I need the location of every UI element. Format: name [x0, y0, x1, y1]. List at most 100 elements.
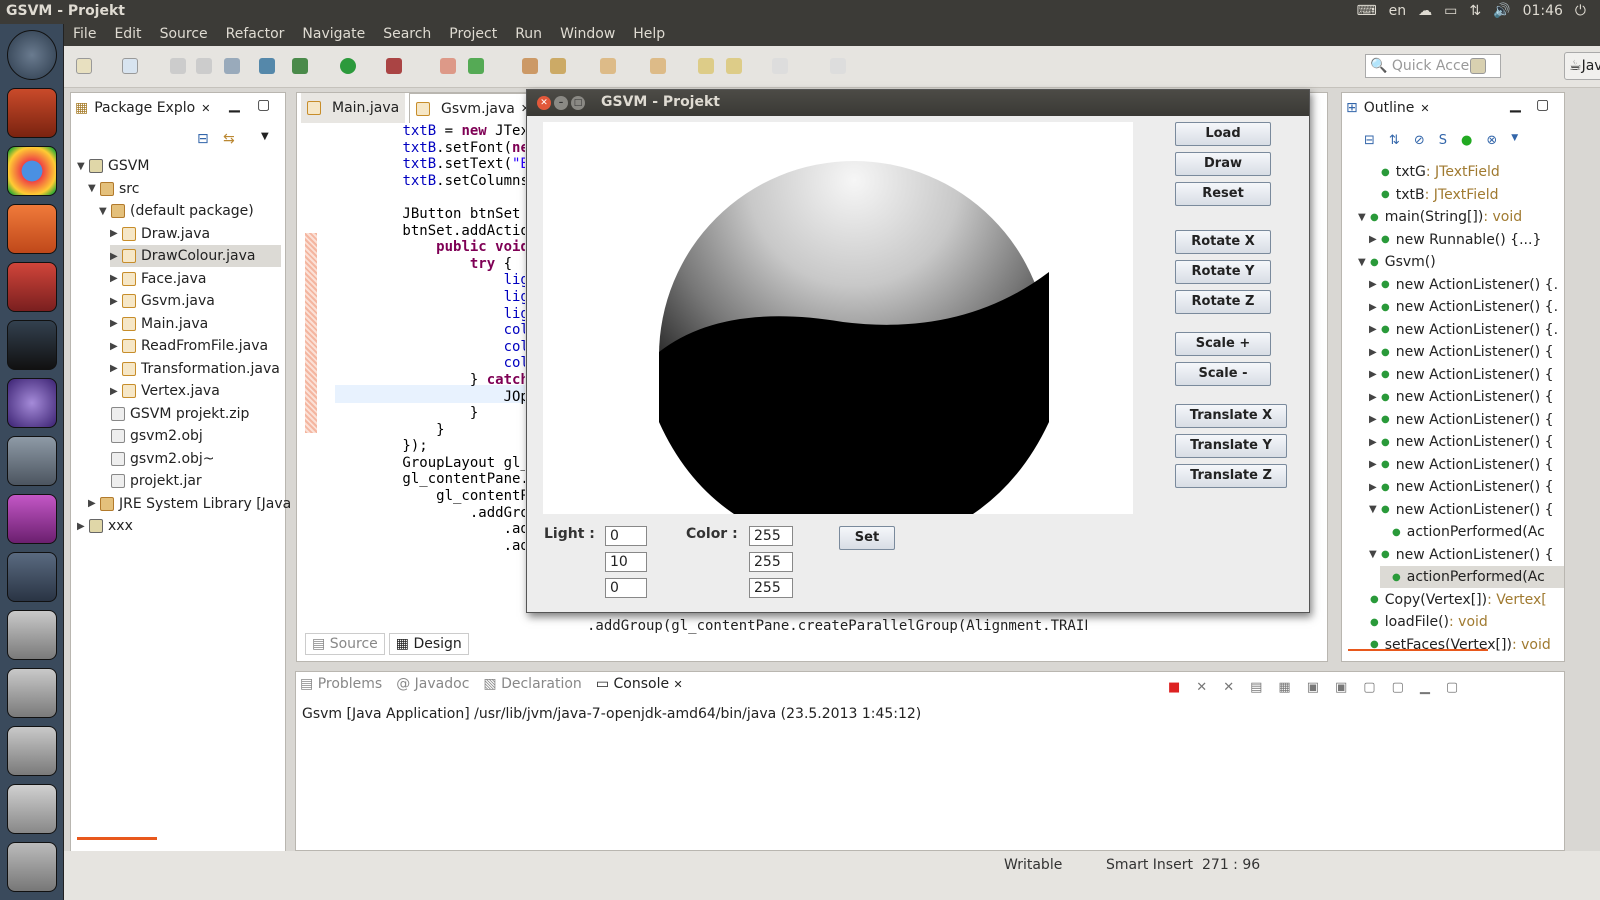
keyboard-icon[interactable]: ⌨ — [1356, 3, 1376, 19]
code-area[interactable]: txtB = new JTextF txtB.setFont(new txtB.… — [335, 123, 525, 554]
outline-item[interactable]: ▼ ● new ActionListener() { — [1369, 544, 1554, 566]
collapsed-arrow-icon[interactable]: ▶ — [110, 251, 122, 262]
menu-search[interactable]: Search — [374, 24, 440, 46]
tree-item[interactable]: ▶ Transformation.java — [110, 358, 280, 380]
tab-declaration[interactable]: ▧ Declaration — [483, 676, 581, 692]
outline-item[interactable]: ▶ ● new ActionListener() { — [1369, 341, 1554, 363]
menu-help[interactable]: Help — [624, 24, 674, 46]
view-menu-icon[interactable]: ▼ — [1511, 133, 1518, 148]
tree-item[interactable]: ▶ Draw.java — [110, 223, 210, 245]
rotate-z-button[interactable]: Rotate Z — [1175, 290, 1271, 314]
collapsed-arrow-icon[interactable]: ▶ — [1369, 324, 1381, 335]
clock[interactable]: 01:46 — [1523, 3, 1563, 19]
scroll-lock-icon[interactable]: ▦ — [1278, 680, 1290, 695]
outline-tab[interactable]: ⊞ Outline ✕ — [1346, 93, 1430, 123]
rotate-x-button[interactable]: Rotate X — [1175, 230, 1271, 254]
view-menu-icon[interactable]: ▼ — [261, 131, 269, 142]
system-settings-icon[interactable] — [7, 262, 57, 312]
debug-icon[interactable] — [292, 58, 308, 74]
menu-refactor[interactable]: Refactor — [217, 24, 294, 46]
tree-item[interactable]: projekt.jar — [99, 470, 202, 492]
search-icon[interactable] — [550, 58, 566, 74]
outline-item[interactable]: ● actionPerformed(Ac — [1380, 566, 1564, 588]
collapsed-arrow-icon[interactable]: ▶ — [110, 296, 122, 307]
outline-item[interactable]: ● txtB : JTextField — [1369, 184, 1499, 206]
open-type-icon[interactable] — [522, 58, 538, 74]
menu-project[interactable]: Project — [440, 24, 506, 46]
external-tools-icon[interactable] — [386, 58, 402, 74]
collapsed-arrow-icon[interactable]: ▶ — [110, 228, 122, 239]
tab-gsvm-java[interactable]: Gsvm.java✕ — [409, 93, 538, 123]
cloud-icon[interactable]: ☁ — [1418, 3, 1432, 19]
workspace-switcher-icon[interactable] — [7, 552, 57, 602]
collapsed-arrow-icon[interactable]: ▶ — [1369, 369, 1381, 380]
tree-item[interactable]: ▼ GSVM — [77, 155, 149, 177]
color-g-input[interactable]: 255 — [749, 552, 793, 572]
back-icon[interactable] — [726, 58, 742, 74]
toggle-breadcrumb-icon[interactable] — [259, 58, 275, 74]
maximize-icon[interactable]: ▢ — [1536, 97, 1549, 113]
light-y-input[interactable]: 10 — [605, 552, 647, 572]
pin-console-icon[interactable]: ▣ — [1307, 680, 1319, 695]
collapsed-arrow-icon[interactable]: ▶ — [77, 521, 89, 532]
collapsed-arrow-icon[interactable]: ▶ — [110, 363, 122, 374]
light-x-input[interactable]: 0 — [605, 526, 647, 546]
previous-annotation-icon[interactable] — [650, 58, 666, 74]
next-annotation-icon[interactable] — [600, 58, 616, 74]
dash-home-icon[interactable] — [7, 30, 57, 80]
software-center-icon[interactable] — [7, 204, 57, 254]
save-all-icon[interactable] — [196, 58, 212, 74]
collapse-all-icon[interactable]: ⊟ — [1364, 133, 1375, 148]
new-java-package-icon[interactable] — [440, 58, 456, 74]
load-button[interactable]: Load — [1175, 122, 1271, 146]
link-with-editor-icon[interactable]: ⇆ — [223, 131, 235, 147]
tree-item[interactable]: ▶ Vertex.java — [110, 380, 220, 402]
collapsed-arrow-icon[interactable]: ▶ — [1369, 279, 1381, 290]
translate-y-button[interactable]: Translate Y — [1175, 434, 1287, 458]
menu-run[interactable]: Run — [506, 24, 551, 46]
power-icon[interactable]: ⏻ — [1575, 3, 1586, 19]
collapsed-arrow-icon[interactable]: ▶ — [110, 341, 122, 352]
expanded-arrow-icon[interactable]: ▼ — [1369, 504, 1381, 515]
outline-item[interactable]: ▼ ● Gsvm() — [1358, 251, 1436, 273]
menu-window[interactable]: Window — [551, 24, 624, 46]
outline-item[interactable]: ● txtG : JTextField — [1369, 161, 1500, 183]
expanded-arrow-icon[interactable]: ▼ — [1369, 549, 1381, 560]
terminate-icon[interactable]: ■ — [1168, 680, 1180, 695]
drive-icon[interactable] — [7, 610, 57, 660]
collapsed-arrow-icon[interactable]: ▶ — [1369, 414, 1381, 425]
render-canvas[interactable] — [543, 122, 1133, 514]
maximize-icon[interactable]: ▢ — [257, 97, 270, 113]
outline-item[interactable]: ▶ ● new ActionListener() { — [1369, 476, 1554, 498]
rotate-y-button[interactable]: Rotate Y — [1175, 260, 1271, 284]
tree-item[interactable]: ▶ xxx — [77, 515, 133, 537]
tab-problems[interactable]: ▤ Problems — [300, 676, 382, 692]
collapsed-arrow-icon[interactable]: ▶ — [1369, 302, 1381, 313]
tree-item[interactable]: gsvm2.obj — [99, 425, 203, 447]
collapsed-arrow-icon[interactable]: ▶ — [1369, 392, 1381, 403]
tab-console[interactable]: ▭ Console ✕ — [596, 676, 683, 692]
collapse-all-icon[interactable]: ⊟ — [197, 131, 209, 147]
close-icon[interactable]: ✕ — [674, 678, 683, 691]
collapsed-arrow-icon[interactable]: ▶ — [110, 273, 122, 284]
outline-item[interactable]: ▶ ● new Runnable() {...} — [1369, 229, 1541, 251]
outline-item[interactable]: ▼ ● main(String[]) : void — [1358, 206, 1522, 228]
outline-item[interactable]: ▶ ● new ActionListener() { — [1369, 431, 1554, 453]
color-r-input[interactable]: 255 — [749, 526, 793, 546]
menu-file[interactable]: File — [64, 24, 105, 46]
code-line-tail-2[interactable]: .addGroup(gl_contentPane.createParallelG… — [587, 618, 1087, 634]
set-button[interactable]: Set — [839, 526, 895, 550]
save-icon[interactable] — [170, 58, 186, 74]
hide-fields-icon[interactable]: ⊘ — [1414, 133, 1425, 148]
reset-button[interactable]: Reset — [1175, 182, 1271, 206]
source-tab[interactable]: ▤ Source — [305, 633, 385, 655]
remove-all-icon[interactable]: ✕ — [1223, 680, 1234, 695]
outline-item[interactable]: ▶ ● new ActionListener() {. — [1369, 274, 1558, 296]
tree-item[interactable]: ▶ Main.java — [110, 313, 208, 335]
run-icon[interactable] — [340, 58, 356, 74]
java-app-icon[interactable] — [7, 436, 57, 486]
color-b-input[interactable]: 255 — [749, 578, 793, 598]
minimize-icon[interactable]: ▁ — [1420, 680, 1430, 695]
clear-console-icon[interactable]: ▤ — [1250, 680, 1262, 695]
open-console-icon[interactable]: ▢ — [1363, 680, 1375, 695]
